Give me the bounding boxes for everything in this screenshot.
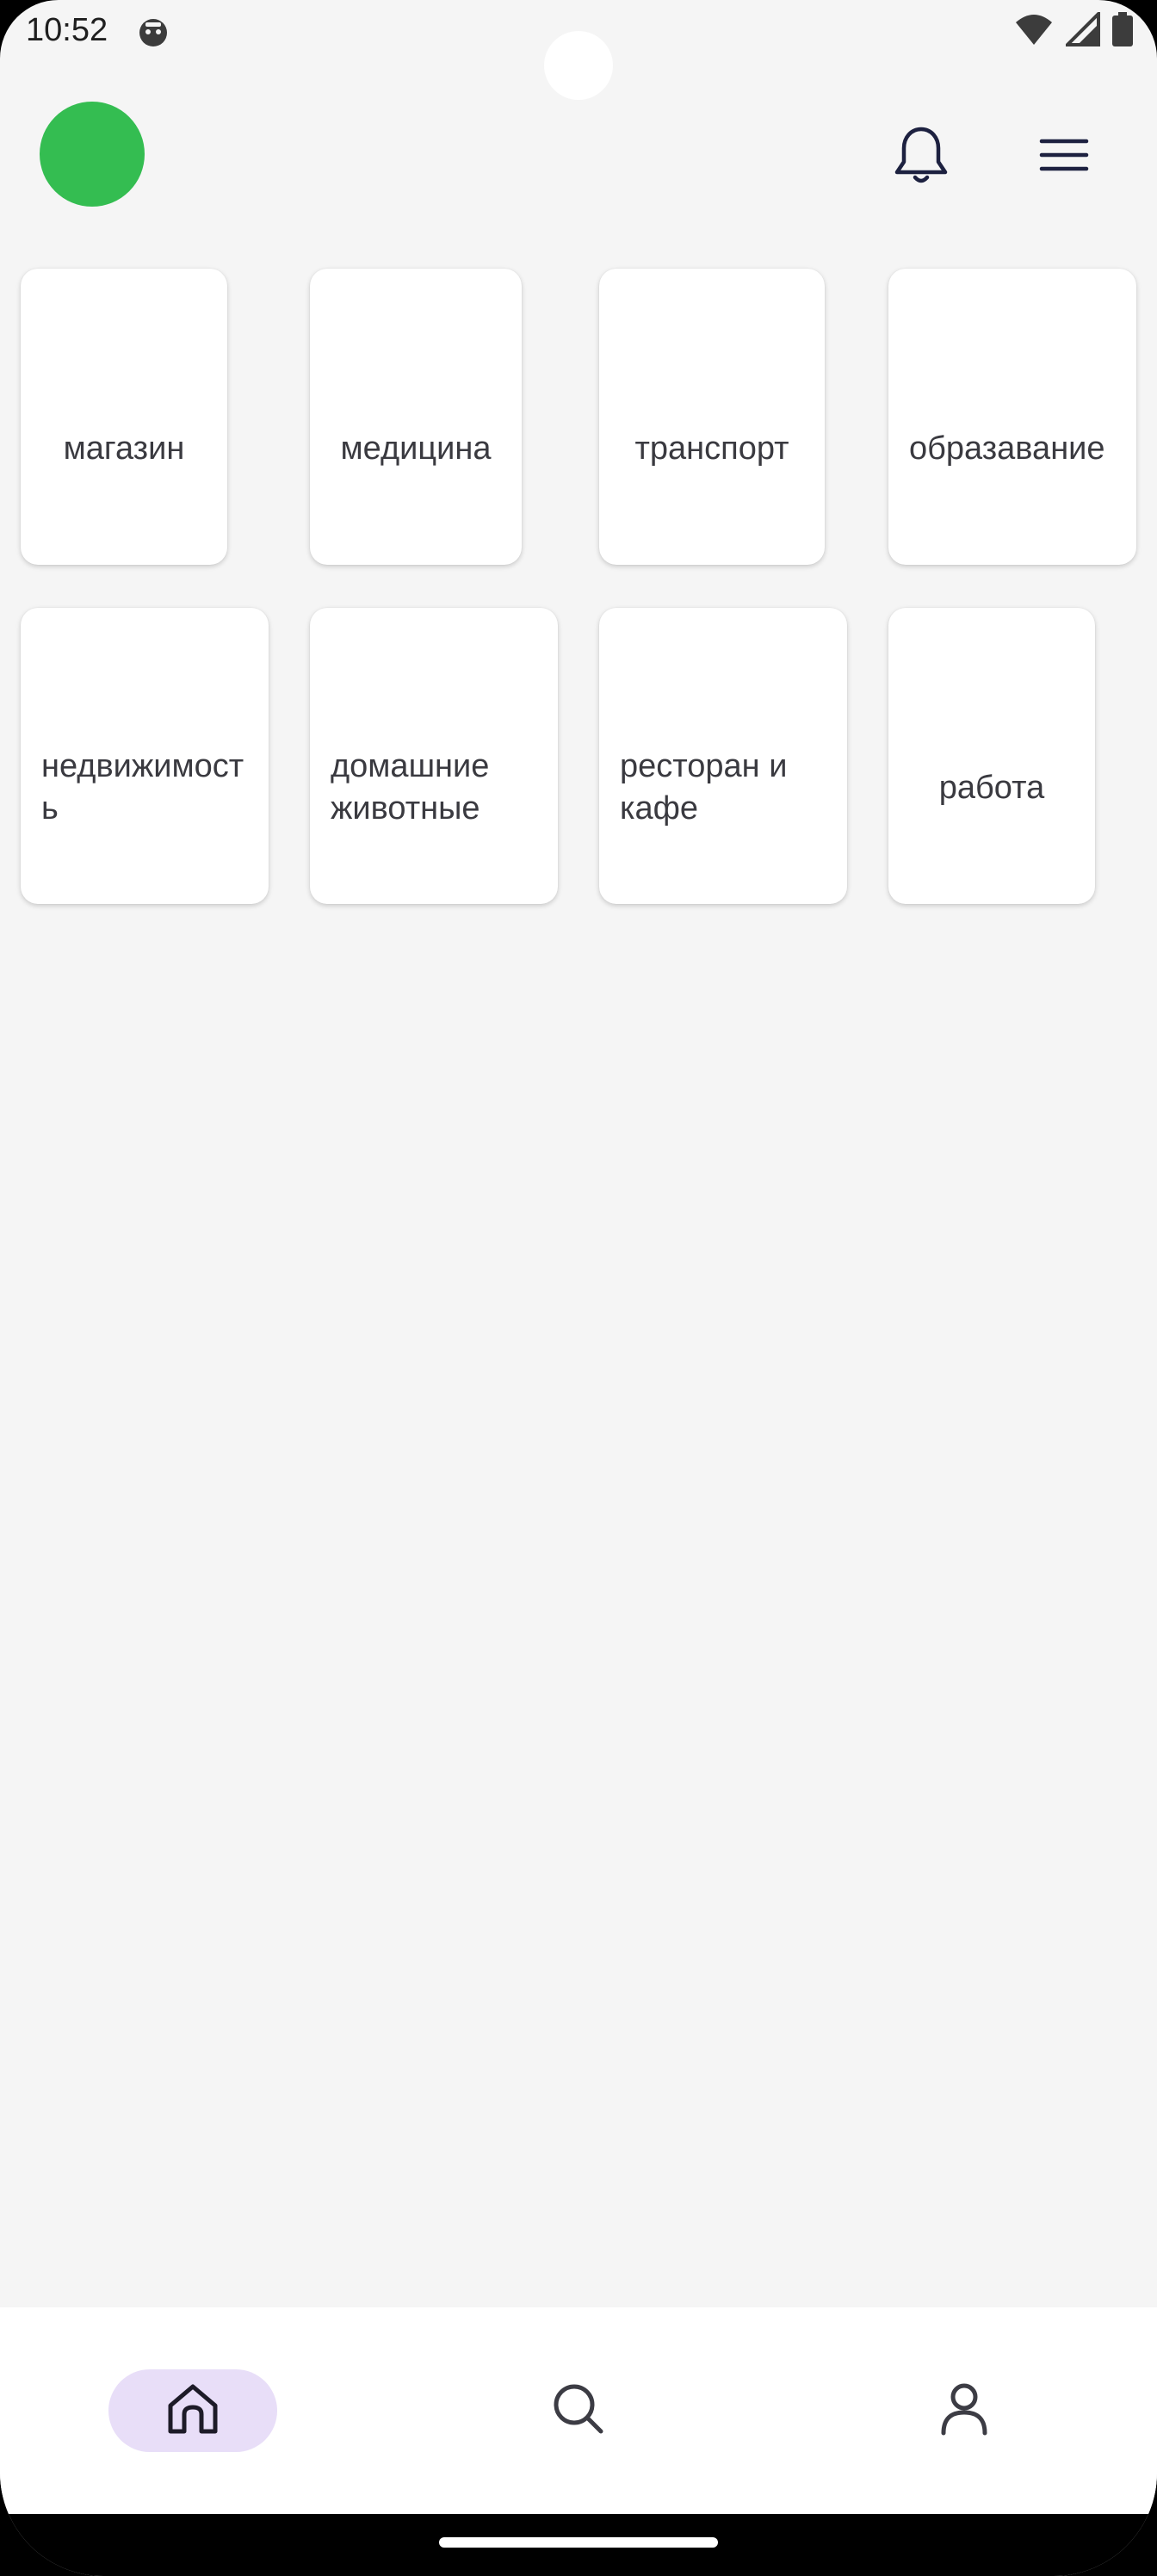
category-label: магазин bbox=[63, 430, 185, 467]
hamburger-menu-icon bbox=[1030, 139, 1098, 193]
category-label: домашние животные bbox=[331, 748, 490, 827]
bottom-navigation bbox=[0, 2307, 1157, 2514]
avatar[interactable] bbox=[40, 102, 145, 207]
home-icon bbox=[162, 2378, 224, 2444]
category-label: недвижимость bbox=[41, 748, 244, 827]
category-card-work[interactable]: работа bbox=[888, 608, 1095, 904]
profile-icon bbox=[933, 2378, 995, 2444]
nav-home[interactable] bbox=[108, 2369, 277, 2452]
search-icon bbox=[548, 2378, 609, 2444]
nav-profile[interactable] bbox=[880, 2369, 1049, 2452]
category-label: образавание bbox=[909, 430, 1105, 467]
category-card-education[interactable]: образавание bbox=[888, 269, 1136, 565]
category-card-real-estate[interactable]: недвижимость bbox=[21, 608, 269, 904]
category-card-medicine[interactable]: медицина bbox=[310, 269, 522, 565]
category-card-pets[interactable]: домашние животные bbox=[310, 608, 558, 904]
category-label: работа bbox=[938, 769, 1045, 806]
battery-icon bbox=[1112, 11, 1133, 51]
status-time: 10:52 bbox=[26, 12, 108, 48]
bell-icon bbox=[887, 127, 956, 193]
category-card-shop[interactable]: магазин bbox=[21, 269, 227, 565]
category-card-restaurants[interactable]: ресторан и кафе bbox=[599, 608, 847, 904]
camera-cutout bbox=[544, 31, 613, 100]
category-label: транспорт bbox=[634, 430, 789, 467]
app-screen: 10:52 магазин медицина транспорт образав… bbox=[0, 0, 1157, 2576]
gesture-handle[interactable] bbox=[439, 2537, 718, 2548]
nav-search[interactable] bbox=[494, 2369, 663, 2452]
signal-icon bbox=[1063, 9, 1100, 51]
category-label: медицина bbox=[340, 430, 492, 467]
category-label: ресторан и кафе bbox=[620, 748, 788, 827]
menu-button[interactable] bbox=[1030, 121, 1098, 189]
notifications-button[interactable] bbox=[887, 121, 956, 189]
category-card-transport[interactable]: транспорт bbox=[599, 269, 825, 565]
app-notification-icon bbox=[136, 15, 170, 50]
status-icons bbox=[1014, 9, 1133, 51]
wifi-icon bbox=[1014, 12, 1054, 51]
